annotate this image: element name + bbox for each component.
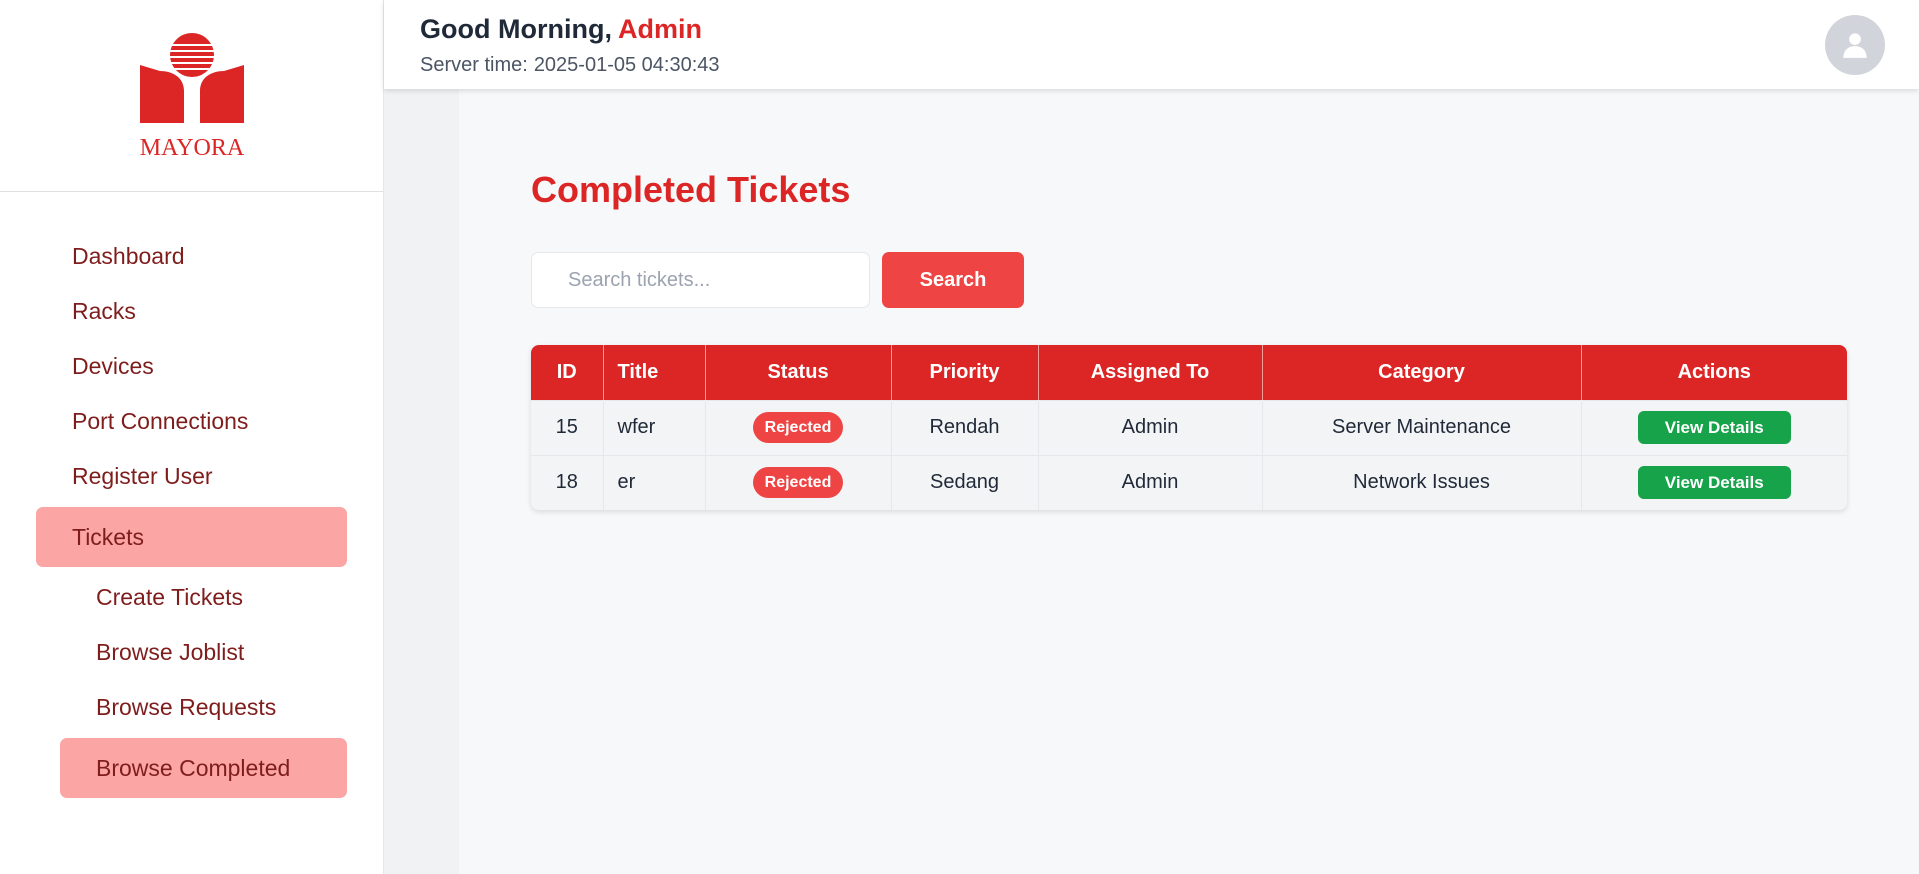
- search-button[interactable]: Search: [882, 252, 1024, 308]
- app-root: MAYORA Dashboard Racks Devices Port Conn…: [0, 0, 1919, 874]
- user-icon: [1843, 33, 1867, 58]
- sidebar-item-register-user[interactable]: Register User: [36, 452, 347, 501]
- status-badge: Rejected: [752, 467, 844, 499]
- main-content: Completed Tickets Search ID Title Status…: [459, 89, 1919, 874]
- greeting: Good Morning, Admin: [420, 14, 702, 45]
- sidebar-item-tickets[interactable]: Tickets: [36, 507, 347, 567]
- table-row: 15 wfer Rejected Rendah Admin Server Mai…: [531, 400, 1847, 455]
- sidebar-item-racks[interactable]: Racks: [36, 287, 347, 336]
- cell-status: Rejected: [705, 400, 892, 455]
- cell-category: Network Issues: [1262, 455, 1582, 510]
- page-title: Completed Tickets: [531, 169, 851, 210]
- search-input[interactable]: [531, 252, 870, 308]
- cell-actions: View Details: [1581, 400, 1847, 455]
- logo[interactable]: MAYORA: [0, 0, 383, 192]
- greeting-text: Good Morning,: [420, 14, 612, 44]
- content-gutter: [384, 89, 459, 874]
- cell-priority: Sedang: [891, 455, 1039, 510]
- mayora-logo-icon: MAYORA: [139, 32, 244, 161]
- sidebar-item-create-tickets[interactable]: Create Tickets: [60, 573, 347, 622]
- cell-title: er: [603, 455, 706, 510]
- avatar[interactable]: [1825, 15, 1885, 75]
- sidebar-item-browse-joblist[interactable]: Browse Joblist: [60, 628, 347, 677]
- cell-actions: View Details: [1581, 455, 1847, 510]
- server-time-value: 2025-01-05 04:30:43: [533, 54, 720, 76]
- status-badge: Rejected: [752, 412, 844, 443]
- column-header-id[interactable]: ID: [531, 345, 604, 400]
- cell-assigned-to: Admin: [1038, 455, 1263, 510]
- server-time-label: Server time:: [420, 54, 528, 76]
- sidebar-item-browse-completed[interactable]: Browse Completed: [60, 738, 347, 798]
- view-details-button[interactable]: View Details: [1637, 411, 1791, 444]
- column-header-priority[interactable]: Priority: [891, 345, 1039, 400]
- greeting-user-name: Admin: [617, 14, 702, 44]
- sidebar-item-dashboard[interactable]: Dashboard: [36, 232, 347, 281]
- cell-id: 15: [531, 400, 604, 455]
- view-details-button[interactable]: View Details: [1637, 466, 1791, 500]
- cell-priority: Rendah: [891, 400, 1039, 455]
- top-header: Good Morning, Admin Server time: 2025-01-0…: [384, 0, 1919, 89]
- column-header-title[interactable]: Title: [603, 345, 706, 400]
- cell-assigned-to: Admin: [1038, 400, 1263, 455]
- cell-title: wfer: [603, 400, 706, 455]
- server-time: Server time: 2025-01-05 04:30:43: [420, 54, 720, 77]
- column-header-assigned-to[interactable]: Assigned To: [1038, 345, 1263, 400]
- cell-category: Server Maintenance: [1262, 400, 1582, 455]
- cell-id: 18: [531, 455, 604, 510]
- sidebar-item-port-connections[interactable]: Port Connections: [36, 397, 347, 446]
- column-header-category[interactable]: Category: [1262, 345, 1582, 400]
- brand-name: MAYORA: [139, 135, 244, 161]
- table-header-row: ID Title Status Priority Assigned To Cat…: [531, 345, 1847, 400]
- column-header-actions: Actions: [1677, 360, 1751, 383]
- sidebar-item-devices[interactable]: Devices: [36, 342, 347, 391]
- sidebar-item-browse-requests[interactable]: Browse Requests: [60, 683, 347, 732]
- tickets-table: ID Title Status Priority Assigned To Cat…: [531, 345, 1847, 510]
- column-header-status[interactable]: Status: [705, 345, 892, 400]
- sidebar: MAYORA Dashboard Racks Devices Port Conn…: [0, 0, 384, 874]
- sidebar-nav: Dashboard Racks Devices Port Connections…: [0, 192, 383, 798]
- cell-status: Rejected: [705, 455, 892, 510]
- table-row: 18 er Rejected Sedang Admin Network Issu…: [531, 455, 1847, 510]
